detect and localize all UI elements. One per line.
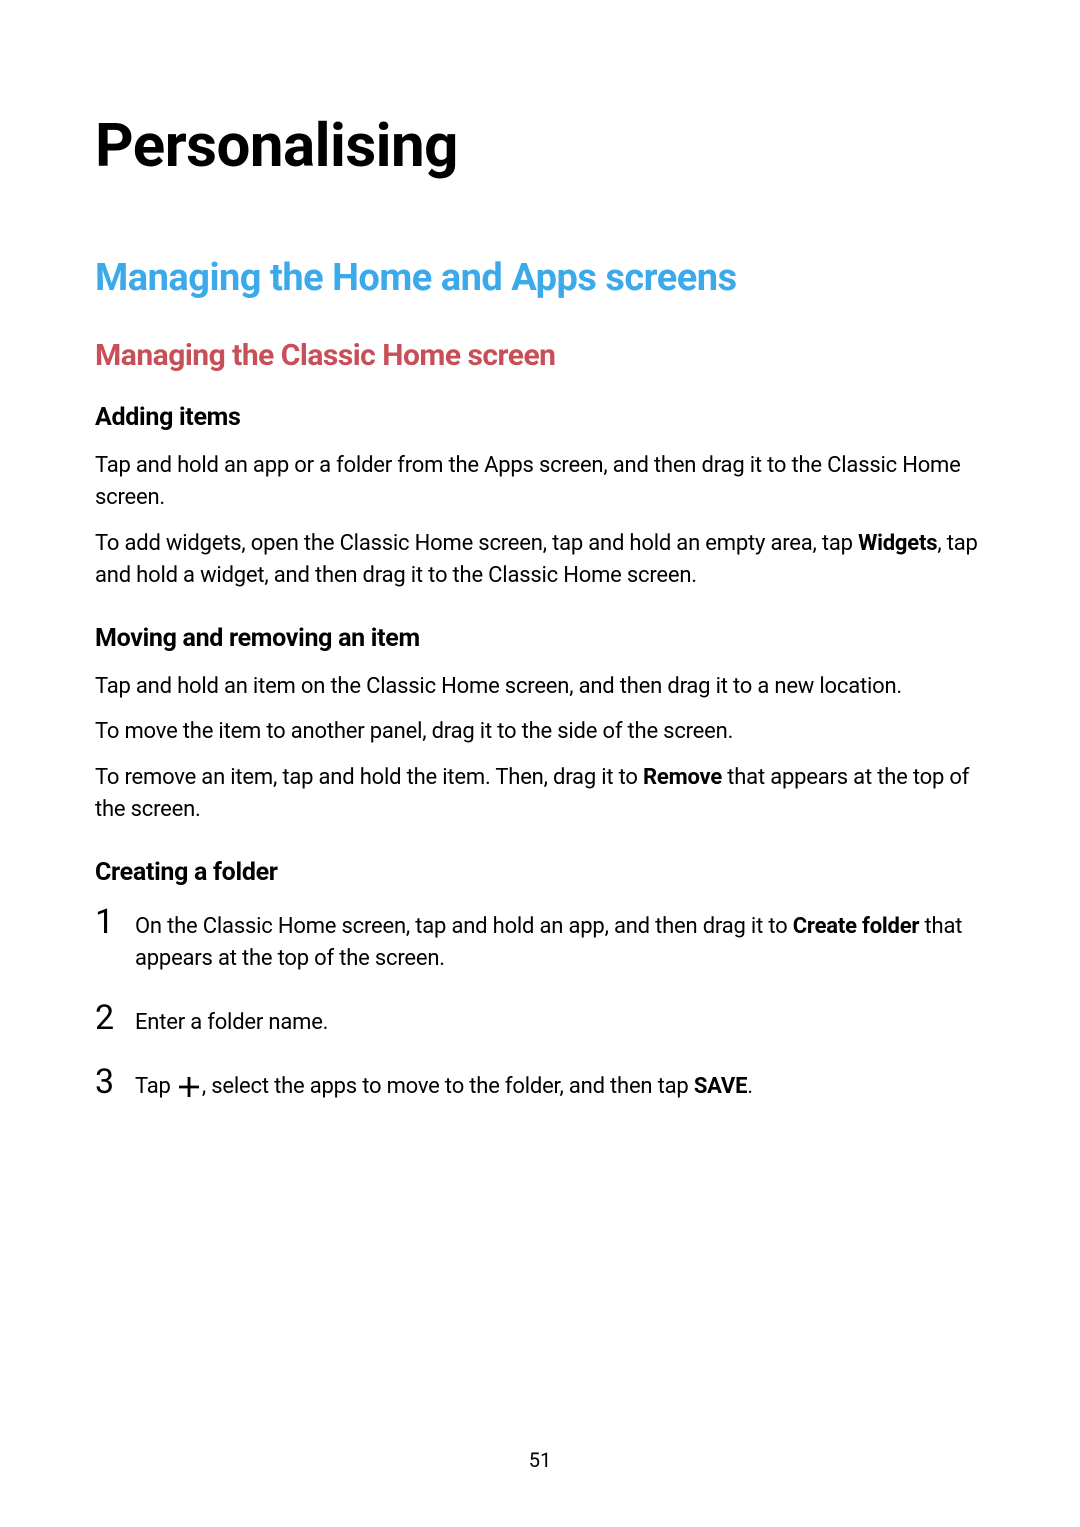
bold-term-save: SAVE	[694, 1074, 747, 1099]
list-item: 1 On the Classic Home screen, tap and ho…	[95, 905, 985, 975]
body-text-fragment: To remove an item, tap and hold the item…	[95, 765, 643, 790]
body-text-fragment: .	[747, 1074, 753, 1099]
subsection-heading-adding-items: Adding items	[95, 403, 985, 432]
body-text-fragment: , select the apps to move to the folder,…	[202, 1074, 694, 1099]
body-text: To move the item to another panel, drag …	[95, 716, 985, 748]
plus-icon	[178, 1076, 200, 1098]
body-text: To add widgets, open the Classic Home sc…	[95, 528, 985, 592]
bold-term-widgets: Widgets	[858, 531, 937, 556]
bold-term-create-folder: Create folder	[793, 914, 920, 939]
section-heading-h2: Managing the Home and Apps screens	[95, 256, 985, 300]
bold-term-remove: Remove	[643, 765, 722, 790]
section-heading-h3: Managing the Classic Home screen	[95, 338, 985, 373]
body-text: To remove an item, tap and hold the item…	[95, 762, 985, 826]
body-text-fragment: On the Classic Home screen, tap and hold…	[135, 914, 793, 939]
list-body: Tap , select the apps to move to the fol…	[135, 1065, 985, 1103]
body-text: Tap and hold an item on the Classic Home…	[95, 671, 985, 703]
list-body: Enter a folder name.	[135, 1001, 985, 1039]
list-number: 3	[95, 1065, 117, 1099]
body-text: Tap and hold an app or a folder from the…	[95, 450, 985, 514]
subsection-heading-creating-folder: Creating a folder	[95, 858, 985, 887]
list-body: On the Classic Home screen, tap and hold…	[135, 905, 985, 975]
body-text-fragment: To add widgets, open the Classic Home sc…	[95, 531, 858, 556]
body-text-fragment: Tap	[135, 1074, 176, 1099]
ordered-list: 1 On the Classic Home screen, tap and ho…	[95, 905, 985, 1103]
list-number: 2	[95, 1001, 117, 1035]
list-item: 2 Enter a folder name.	[95, 1001, 985, 1039]
page-number: 51	[0, 1448, 1080, 1472]
subsection-heading-moving-removing: Moving and removing an item	[95, 624, 985, 653]
page-title: Personalising	[95, 110, 985, 181]
list-item: 3 Tap , select the apps to move to the f…	[95, 1065, 985, 1103]
list-number: 1	[95, 905, 117, 939]
